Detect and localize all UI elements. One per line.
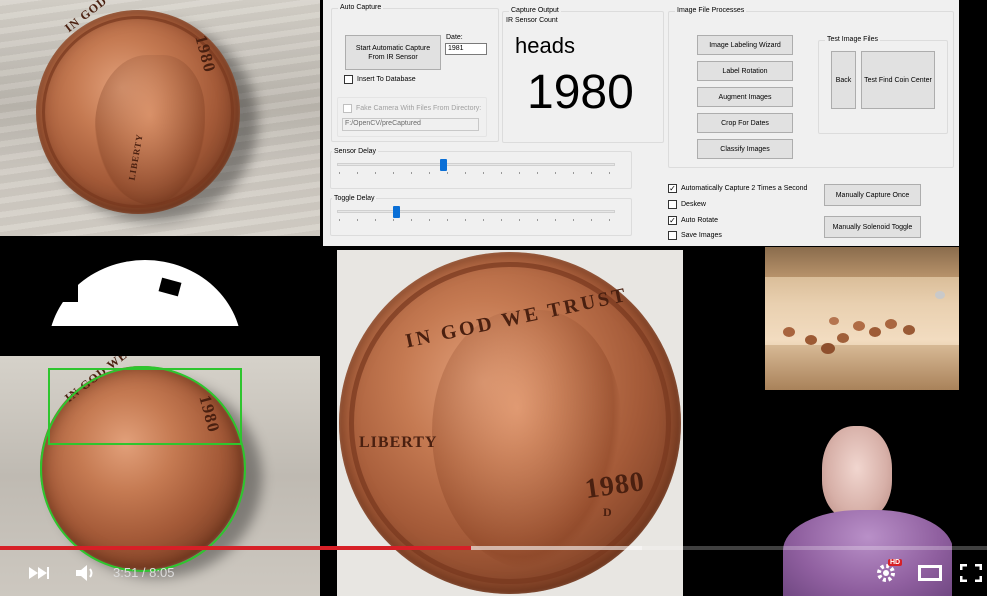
image-file-processes-title: Image File Processes (675, 7, 747, 14)
sensor-delay-slider[interactable] (439, 159, 447, 171)
toggle-delay-group: Toggle Delay (330, 195, 632, 236)
detected-bounding-box (48, 368, 242, 445)
coin-year-output: 1980 (527, 66, 634, 119)
fullscreen-icon[interactable] (958, 563, 984, 583)
next-icon[interactable] (26, 563, 52, 583)
manually-solenoid-toggle-button[interactable]: Manually Solenoid Toggle (824, 216, 921, 238)
capture-output-title: Capture Output (509, 7, 561, 14)
buffered-bar (470, 546, 642, 550)
crop-for-dates-button[interactable]: Crop For Dates (697, 113, 793, 133)
directory-input[interactable]: F:/OpenCV/preCaptured (342, 118, 479, 131)
fake-camera-group (337, 97, 487, 137)
raw-capture-view: IN GOD WE TRUST 1980 LIBERTY (0, 0, 320, 236)
closeup-liberty: LIBERTY (359, 434, 438, 451)
test-image-files-title: Test Image Files (825, 36, 880, 43)
volume-icon[interactable] (73, 562, 99, 584)
toggle-delay-label: Toggle Delay (332, 195, 377, 202)
sensor-delay-group: Sensor Delay (330, 148, 632, 189)
classify-images-button[interactable]: Classify Images (697, 139, 793, 159)
auto-capture-title: Auto Capture (338, 4, 384, 11)
sensor-delay-track[interactable] (337, 163, 615, 166)
start-automatic-capture-button[interactable]: Start Automatic Capture From IR Sensor (345, 35, 441, 70)
auto-capture-2x-checkbox[interactable]: ✓ Automatically Capture 2 Times a Second (668, 184, 807, 193)
theater-icon[interactable] (916, 563, 944, 583)
sensor-delay-label: Sensor Delay (332, 148, 379, 155)
presenter-head (822, 426, 892, 520)
progress-bar[interactable] (0, 546, 471, 550)
machine-camera-view (765, 247, 959, 390)
fake-camera-checkbox[interactable]: Fake Camera With Files From Directory: (343, 104, 481, 113)
augment-images-button[interactable]: Augment Images (697, 87, 793, 107)
manually-capture-once-button[interactable]: Manually Capture Once (824, 184, 921, 206)
presenter-body (783, 510, 952, 596)
test-find-coin-center-button[interactable]: Test Find Coin Center (861, 51, 935, 109)
time-display: 3:51 / 8:05 (113, 565, 175, 580)
penny-closeup-view: IN GOD WE TRUST LIBERTY 1980 D (337, 250, 683, 596)
toggle-delay-track[interactable] (337, 210, 615, 213)
insert-to-database-checkbox[interactable]: Insert To Database (344, 75, 416, 84)
hd-badge: HD (888, 559, 903, 566)
toggle-delay-slider[interactable] (392, 206, 400, 218)
label-rotation-button[interactable]: Label Rotation (697, 61, 793, 81)
save-images-checkbox[interactable]: Save Images (668, 231, 722, 240)
lincoln-profile (95, 55, 205, 205)
insert-db-box[interactable] (344, 75, 353, 84)
coin-side-output: heads (515, 33, 575, 58)
ir-sensor-count-label: IR Sensor Count (506, 17, 558, 24)
back-button[interactable]: Back (831, 51, 856, 109)
control-panel-window: Auto Capture Start Automatic Capture Fro… (323, 0, 959, 246)
video-frame: IN GOD WE TRUST 1980 LIBERTY IN GOD WE T… (0, 0, 987, 596)
date-label: Date: (446, 34, 463, 41)
deskew-checkbox[interactable]: Deskew (668, 200, 706, 209)
image-labeling-wizard-button[interactable]: Image Labeling Wizard (697, 35, 793, 55)
detection-view: IN GOD WE TRUST 1980 (0, 356, 320, 596)
closeup-mint-mark: D (603, 505, 613, 519)
threshold-mask-view (0, 248, 320, 338)
auto-rotate-checkbox[interactable]: ✓ Auto Rotate (668, 216, 718, 225)
date-input[interactable]: 1981 (445, 43, 487, 55)
